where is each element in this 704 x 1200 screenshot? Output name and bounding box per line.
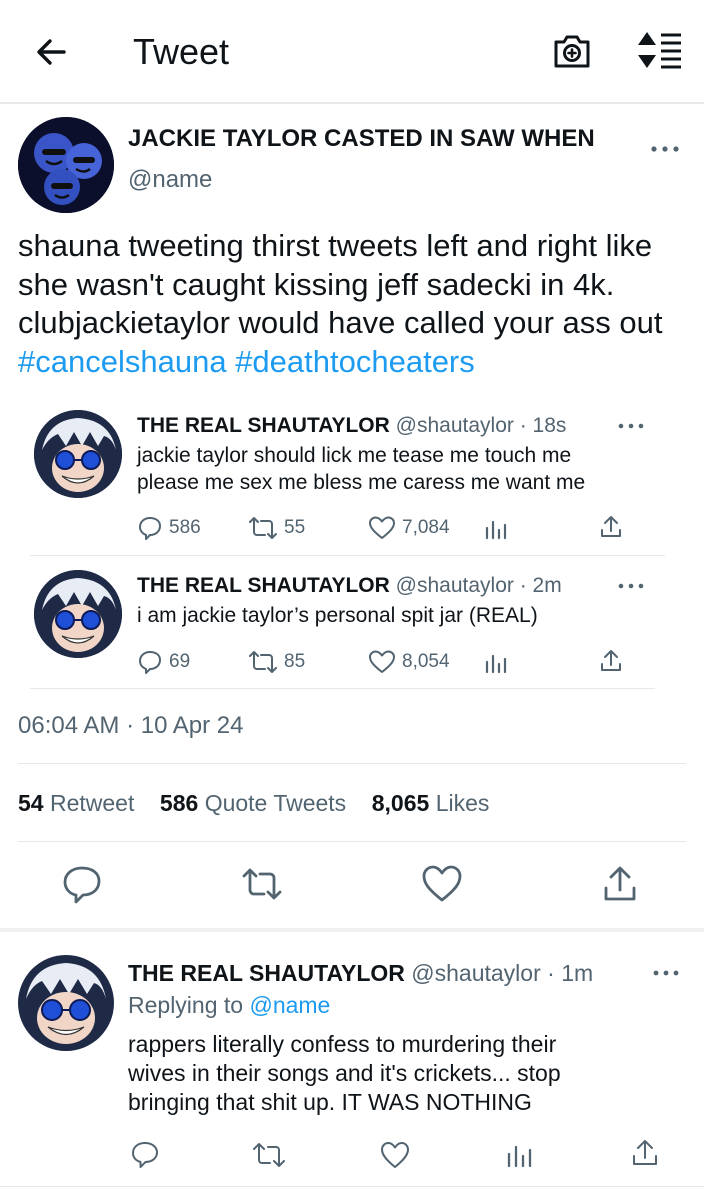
top-app-bar: Tweet bbox=[0, 0, 704, 104]
user-handle[interactable]: @shautaylor bbox=[411, 960, 540, 986]
quotes-count: 586 bbox=[159, 790, 199, 816]
share-icon[interactable] bbox=[630, 1138, 660, 1168]
likes-label: Likes bbox=[435, 790, 490, 816]
avatar[interactable] bbox=[18, 955, 114, 1051]
quote-text: i am jackie taylor’s personal spit jar (… bbox=[137, 602, 657, 629]
heart-icon bbox=[369, 650, 395, 673]
comment-icon bbox=[139, 651, 161, 674]
avatar[interactable] bbox=[34, 410, 122, 498]
retweet-icon bbox=[249, 517, 277, 539]
timestamp: · 2m bbox=[519, 574, 562, 597]
retweets-label: Retweet bbox=[49, 790, 135, 816]
section-separator bbox=[0, 928, 704, 932]
display-name[interactable]: THE REAL SHAUTAYLOR bbox=[137, 574, 390, 597]
retweet-button[interactable]: 55 bbox=[248, 515, 305, 541]
analytics-icon[interactable] bbox=[483, 516, 509, 540]
divider bbox=[30, 688, 655, 689]
reply-button[interactable]: 586 bbox=[137, 515, 201, 541]
text-line: bringing that shit up. IT WAS NOTHING bbox=[128, 1089, 532, 1115]
like-button[interactable]: 8,054 bbox=[368, 649, 450, 675]
heart-icon bbox=[369, 516, 395, 539]
retweet-count: 85 bbox=[284, 651, 306, 672]
reply-count: 69 bbox=[169, 651, 191, 672]
timestamp: · 18s bbox=[519, 414, 567, 437]
page-title: Tweet bbox=[133, 31, 230, 72]
more-options-icon[interactable] bbox=[616, 576, 646, 596]
comment-icon[interactable] bbox=[130, 1140, 160, 1170]
user-handle[interactable]: @shautaylor bbox=[396, 414, 514, 437]
timestamp: · 1m bbox=[547, 960, 594, 986]
user-handle[interactable]: @shautaylor bbox=[396, 574, 514, 597]
reply-button[interactable]: 69 bbox=[137, 649, 190, 675]
quotes-label: Quote Tweets bbox=[204, 790, 347, 816]
quote-header: THE REAL SHAUTAYLOR @shautaylor · 18s bbox=[137, 412, 566, 440]
retweets-count: 54 bbox=[18, 790, 44, 816]
replying-label: Replying to bbox=[128, 992, 244, 1018]
tweet-timestamp: 06:04 AM · 10 Apr 24 bbox=[18, 712, 244, 739]
divider bbox=[18, 841, 686, 842]
quotes-stat[interactable]: 586 Quote Tweets bbox=[160, 790, 346, 816]
divider bbox=[18, 763, 686, 764]
engagement-counts: 54 Retweet 586 Quote Tweets 8,065 Likes bbox=[18, 788, 489, 818]
avatar[interactable] bbox=[18, 117, 114, 213]
reply-header: THE REAL SHAUTAYLOR @shautaylor · 1m bbox=[128, 958, 593, 988]
arrow-left-icon[interactable] bbox=[30, 30, 74, 74]
reply-count: 586 bbox=[169, 517, 201, 538]
text-line: please me sex me bless me caress me want… bbox=[137, 471, 586, 494]
like-count: 7,084 bbox=[402, 517, 450, 538]
replying-to: Replying to @name bbox=[128, 990, 330, 1020]
more-options-icon[interactable] bbox=[616, 416, 646, 436]
retweet-icon[interactable] bbox=[240, 862, 284, 906]
share-icon[interactable] bbox=[598, 514, 624, 540]
comment-icon[interactable] bbox=[60, 862, 104, 906]
text-line: i am jackie taylor’s personal spit jar (… bbox=[137, 604, 538, 627]
comment-icon bbox=[139, 517, 161, 540]
share-icon[interactable] bbox=[598, 648, 624, 674]
hashtag-link[interactable]: #deathtocheaters bbox=[235, 344, 475, 379]
display-name[interactable]: THE REAL SHAUTAYLOR bbox=[128, 960, 405, 986]
mention-link[interactable]: @name bbox=[249, 992, 330, 1018]
retweets-stat[interactable]: 54 Retweet bbox=[18, 790, 134, 816]
analytics-icon[interactable] bbox=[483, 650, 509, 674]
camera-plus-icon[interactable] bbox=[550, 28, 594, 72]
like-count: 8,054 bbox=[402, 651, 450, 672]
quote-header: THE REAL SHAUTAYLOR @shautaylor · 2m bbox=[137, 572, 562, 600]
more-options-icon[interactable] bbox=[650, 962, 682, 984]
retweet-count: 55 bbox=[284, 517, 306, 538]
hashtag-link[interactable]: #cancelshauna bbox=[18, 344, 227, 379]
display-name[interactable]: JACKIE TAYLOR CASTED IN SAW WHEN bbox=[128, 124, 595, 154]
avatar[interactable] bbox=[34, 570, 122, 658]
retweet-icon bbox=[249, 651, 277, 673]
like-button[interactable]: 7,084 bbox=[368, 515, 450, 541]
quote-text: jackie taylor should lick me tease me to… bbox=[137, 442, 657, 496]
divider bbox=[0, 1186, 704, 1187]
share-icon[interactable] bbox=[598, 862, 642, 906]
retweet-button[interactable]: 85 bbox=[248, 649, 305, 675]
display-name[interactable]: THE REAL SHAUTAYLOR bbox=[137, 414, 390, 437]
retweet-icon[interactable] bbox=[252, 1140, 286, 1170]
heart-icon[interactable] bbox=[420, 862, 464, 906]
text-line: wives in their songs and it's crickets..… bbox=[128, 1060, 561, 1086]
analytics-icon[interactable] bbox=[505, 1140, 533, 1168]
likes-stat[interactable]: 8,065 Likes bbox=[372, 790, 490, 816]
text-line: jackie taylor should lick me tease me to… bbox=[137, 444, 572, 467]
more-options-icon[interactable] bbox=[648, 138, 682, 160]
tweet-text: shauna tweeting thirst tweets left and r… bbox=[18, 227, 688, 381]
sort-lines-icon[interactable] bbox=[634, 28, 684, 72]
tweet-text-plain: shauna tweeting thirst tweets left and r… bbox=[18, 228, 663, 340]
text-line: rappers literally confess to murdering t… bbox=[128, 1031, 557, 1057]
user-handle[interactable]: @name bbox=[128, 165, 212, 195]
reply-text: rappers literally confess to murdering t… bbox=[128, 1030, 668, 1117]
likes-count: 8,065 bbox=[371, 790, 430, 816]
heart-icon[interactable] bbox=[380, 1140, 410, 1170]
divider bbox=[30, 555, 665, 556]
